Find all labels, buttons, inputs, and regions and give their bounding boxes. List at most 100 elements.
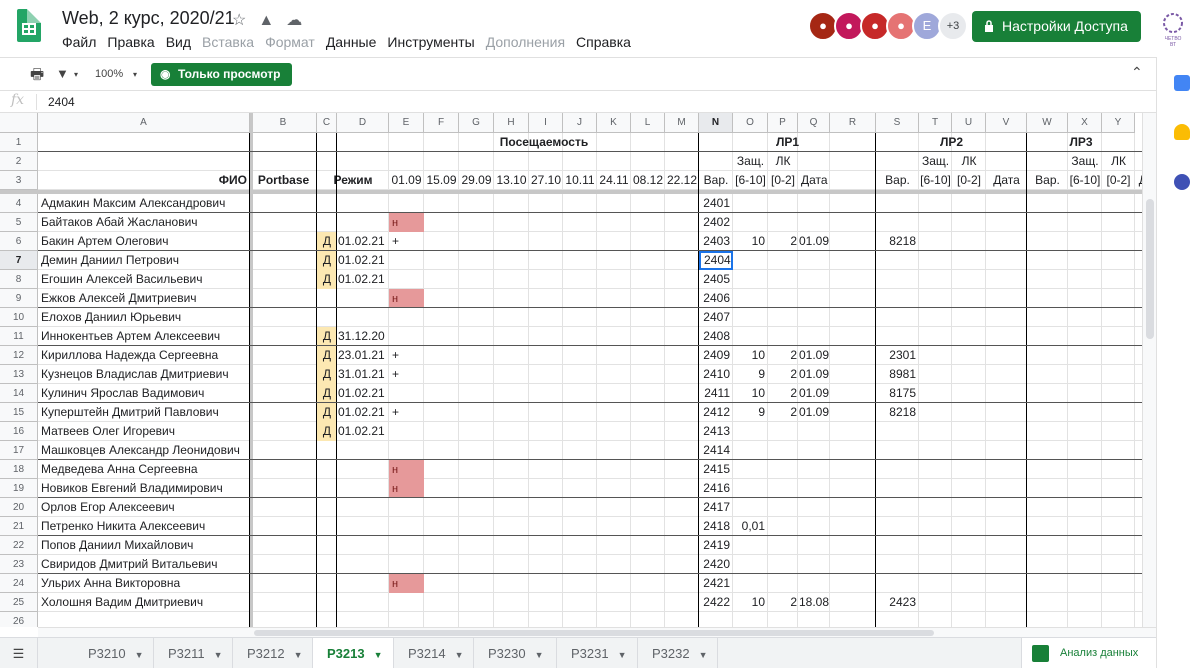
- row-header[interactable]: 9: [0, 289, 38, 308]
- student-name[interactable]: Машковцев Александр Леонидович: [38, 441, 250, 460]
- column-header-t[interactable]: T: [919, 113, 952, 133]
- column-header-e[interactable]: E: [389, 113, 424, 133]
- variant-number[interactable]: 2409: [699, 346, 733, 365]
- zoom-dropdown-icon[interactable]: ▾: [133, 70, 137, 79]
- lr1-protect-score[interactable]: 10: [733, 384, 768, 403]
- variant-number[interactable]: 2419: [699, 536, 733, 555]
- mode-flag[interactable]: Д: [317, 327, 337, 346]
- column-header-k[interactable]: K: [597, 113, 631, 133]
- row-header[interactable]: 11: [0, 327, 38, 346]
- menu-item-5[interactable]: Данные: [326, 34, 377, 50]
- student-name[interactable]: Ежков Алексей Дмитриевич: [38, 289, 250, 308]
- lr1-date[interactable]: 01.09: [798, 346, 830, 365]
- student-name[interactable]: Попов Даниил Михайлович: [38, 536, 250, 555]
- student-name[interactable]: Байтаков Абай Жасланович: [38, 213, 250, 232]
- lr1-date[interactable]: 01.09: [798, 384, 830, 403]
- mode-date[interactable]: 31.01.21: [337, 365, 389, 384]
- row-header[interactable]: 16: [0, 422, 38, 441]
- menu-item-4[interactable]: Формат: [265, 34, 315, 50]
- lr2-header[interactable]: ЛР2: [876, 133, 1027, 152]
- student-name[interactable]: Иннокентьев Артем Алексеевич: [38, 327, 250, 346]
- menu-item-7[interactable]: Дополнения: [486, 34, 565, 50]
- row-header[interactable]: 19: [0, 479, 38, 498]
- tasks-icon[interactable]: [1174, 174, 1190, 190]
- variant-number[interactable]: 2407: [699, 308, 733, 327]
- student-name[interactable]: Бакин Артем Олегович: [38, 232, 250, 251]
- protect-header[interactable]: Защ.: [733, 152, 768, 171]
- lr1-protect-score[interactable]: 10: [733, 232, 768, 251]
- all-sheets-icon[interactable]: ☰: [0, 638, 38, 668]
- student-name[interactable]: Демин Даниил Петрович: [38, 251, 250, 270]
- column-header-a[interactable]: A: [38, 113, 250, 133]
- mode-date[interactable]: 01.02.21: [337, 403, 389, 422]
- chevron-down-icon[interactable]: ▼: [374, 650, 383, 660]
- chevron-down-icon[interactable]: ▼: [294, 650, 303, 660]
- variant-number[interactable]: 2415: [699, 460, 733, 479]
- column-header-c[interactable]: C: [317, 113, 337, 133]
- collapse-menu-icon[interactable]: ⌃: [1131, 64, 1143, 81]
- student-name[interactable]: Адмакин Максим Александрович: [38, 194, 250, 213]
- lr1-protect-score[interactable]: 9: [733, 365, 768, 384]
- variant-number[interactable]: 2403: [699, 232, 733, 251]
- student-name[interactable]: Свиридов Дмитрий Витальевич: [38, 555, 250, 574]
- variant-header[interactable]: Вар.: [1027, 171, 1068, 190]
- attendance-mark[interactable]: н: [389, 213, 424, 232]
- mode-date[interactable]: 31.12.20: [337, 327, 389, 346]
- mode-date[interactable]: 01.02.21: [337, 270, 389, 289]
- sheet-tab-p3210[interactable]: P3210 ▼: [74, 638, 154, 668]
- lr2-variant[interactable]: 8218: [876, 403, 919, 422]
- variant-number[interactable]: 2408: [699, 327, 733, 346]
- range-header[interactable]: [0-2]: [952, 171, 986, 190]
- row-header[interactable]: 2: [0, 152, 38, 171]
- chevron-down-icon[interactable]: ▼: [135, 650, 144, 660]
- move-to-drive-icon[interactable]: ▲: [258, 12, 274, 29]
- student-name[interactable]: Куперштейн Дмитрий Павлович: [38, 403, 250, 422]
- mode-flag[interactable]: Д: [317, 422, 337, 441]
- row-header[interactable]: 21: [0, 517, 38, 536]
- lr1-date[interactable]: 18.08: [798, 593, 830, 612]
- lr2-variant[interactable]: 8981: [876, 365, 919, 384]
- variant-number[interactable]: 2420: [699, 555, 733, 574]
- attendance-date-header[interactable]: 15.09: [424, 171, 459, 190]
- mode-flag[interactable]: Д: [317, 403, 337, 422]
- column-header-u[interactable]: U: [952, 113, 986, 133]
- variant-number[interactable]: 2421: [699, 574, 733, 593]
- select-all-corner[interactable]: [0, 113, 38, 133]
- share-button[interactable]: Настройки Доступа: [972, 11, 1141, 42]
- range-header[interactable]: [6-10]: [733, 171, 768, 190]
- column-header-f[interactable]: F: [424, 113, 459, 133]
- variant-header[interactable]: Вар.: [876, 171, 919, 190]
- chevron-down-icon[interactable]: ▼: [535, 650, 544, 660]
- menu-item-6[interactable]: Инструменты: [387, 34, 474, 50]
- mode-date[interactable]: 01.02.21: [337, 422, 389, 441]
- lr2-variant[interactable]: 2423: [876, 593, 919, 612]
- variant-number[interactable]: 2417: [699, 498, 733, 517]
- row-header[interactable]: 12: [0, 346, 38, 365]
- lr1-lk-score[interactable]: 2: [768, 384, 798, 403]
- row-header[interactable]: 15: [0, 403, 38, 422]
- variant-number[interactable]: 2412: [699, 403, 733, 422]
- column-header-n[interactable]: N: [699, 113, 733, 133]
- student-name[interactable]: Кириллова Надежда Сергеевна: [38, 346, 250, 365]
- column-header-x[interactable]: X: [1068, 113, 1102, 133]
- attendance-date-header[interactable]: 29.09: [459, 171, 494, 190]
- student-name[interactable]: Егошин Алексей Васильевич: [38, 270, 250, 289]
- row-header[interactable]: 26: [0, 612, 38, 627]
- mode-date[interactable]: 01.02.21: [337, 384, 389, 403]
- horizontal-scrollbar[interactable]: [38, 627, 1156, 637]
- lr1-protect-score[interactable]: 10: [733, 593, 768, 612]
- cell[interactable]: [0, 171, 6, 190]
- lr2-variant[interactable]: 8175: [876, 384, 919, 403]
- attendance-date-header[interactable]: 10.11: [563, 171, 597, 190]
- variant-header[interactable]: Вар.: [699, 171, 733, 190]
- scroll-thumb[interactable]: [254, 630, 934, 636]
- menu-item-8[interactable]: Справка: [576, 34, 631, 50]
- variant-number[interactable]: 2422: [699, 593, 733, 612]
- column-header-o[interactable]: O: [733, 113, 768, 133]
- attendance-mark[interactable]: +: [389, 403, 424, 422]
- protect-header[interactable]: Защ.: [1068, 152, 1102, 171]
- sheet-tab-p3214[interactable]: P3214 ▼: [394, 638, 474, 668]
- mode-flag[interactable]: Д: [317, 270, 337, 289]
- mode-date[interactable]: 23.01.21: [337, 346, 389, 365]
- range-header[interactable]: [6-10]: [919, 171, 952, 190]
